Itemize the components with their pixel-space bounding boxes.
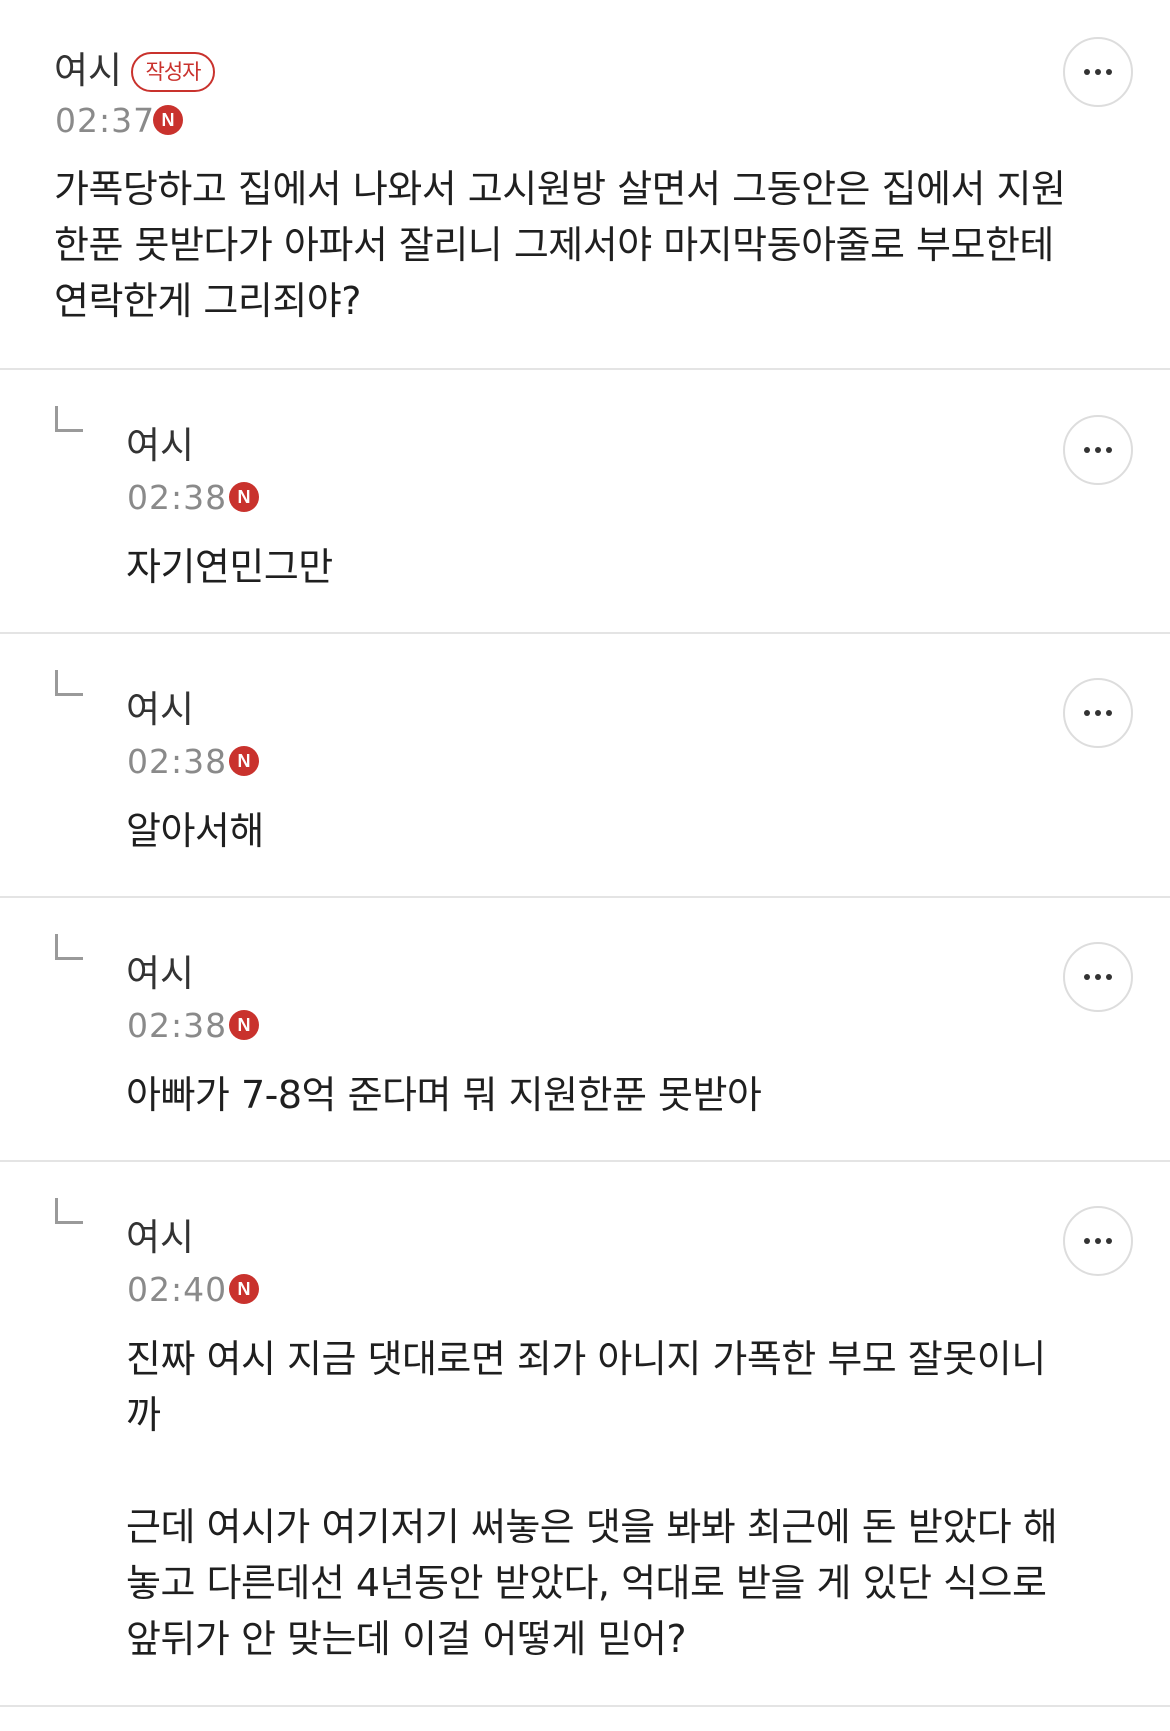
new-badge-icon: N xyxy=(229,746,259,776)
reply-arrow-icon xyxy=(55,1198,83,1224)
more-options-button[interactable] xyxy=(1063,37,1133,107)
comment-text: 진짜 여시 지금 댓대로면 죄가 아니지 가폭한 부모 잘못이니 까 근데 여시… xyxy=(126,1337,1058,1661)
reply-item: 여시 02:38 N 자기연민그만 xyxy=(0,370,1170,634)
reply-arrow-icon xyxy=(55,670,83,696)
comment-time: 02:38 xyxy=(127,1006,228,1045)
comment-time: 02:37 xyxy=(55,101,156,140)
more-horizontal-icon xyxy=(1084,69,1090,75)
more-options-button[interactable] xyxy=(1063,1206,1133,1276)
more-options-button[interactable] xyxy=(1063,942,1133,1012)
more-options-button[interactable] xyxy=(1063,678,1133,748)
more-horizontal-icon xyxy=(1084,447,1090,453)
reply-item: 여시 02:38 N 알아서해 xyxy=(0,634,1170,898)
reply-arrow-icon xyxy=(55,934,83,960)
comment-author[interactable]: 여시 xyxy=(126,427,194,464)
reply-arrow-icon xyxy=(55,406,83,432)
comment-text: 알아서해 xyxy=(126,809,264,853)
more-horizontal-icon xyxy=(1084,1238,1090,1244)
reply-item: 여시 02:40 N 진짜 여시 지금 댓대로면 죄가 아니지 가폭한 부모 잘… xyxy=(0,1162,1170,1707)
comment-author[interactable]: 여시 xyxy=(126,691,194,728)
new-badge-icon: N xyxy=(229,1274,259,1304)
comment-text: 가폭당하고 집에서 나와서 고시원방 살면서 그동안은 집에서 지원 한푼 못받… xyxy=(54,167,1066,323)
author-badge: 작성자 xyxy=(131,52,215,92)
more-horizontal-icon xyxy=(1084,974,1090,980)
comment-author[interactable]: 여시 xyxy=(126,955,194,992)
new-badge-icon: N xyxy=(229,1010,259,1040)
reply-item: 여시 02:38 N 아빠가 7-8억 준다며 뭐 지원한푼 못받아 xyxy=(0,898,1170,1162)
comment-time: 02:38 xyxy=(127,742,228,781)
comment-time: 02:38 xyxy=(127,478,228,517)
comment-text: 아빠가 7-8억 준다며 뭐 지원한푼 못받아 xyxy=(126,1073,762,1117)
comment-item: 여시 작성자 02:37 N 가폭당하고 집에서 나와서 고시원방 살면서 그동… xyxy=(0,0,1170,370)
comment-author[interactable]: 여시 xyxy=(54,52,122,89)
comment-author[interactable]: 여시 xyxy=(126,1219,194,1256)
new-badge-icon: N xyxy=(153,105,183,135)
new-badge-icon: N xyxy=(229,482,259,512)
more-options-button[interactable] xyxy=(1063,415,1133,485)
comment-time: 02:40 xyxy=(127,1270,228,1309)
comment-text: 자기연민그만 xyxy=(126,545,333,589)
more-horizontal-icon xyxy=(1084,710,1090,716)
